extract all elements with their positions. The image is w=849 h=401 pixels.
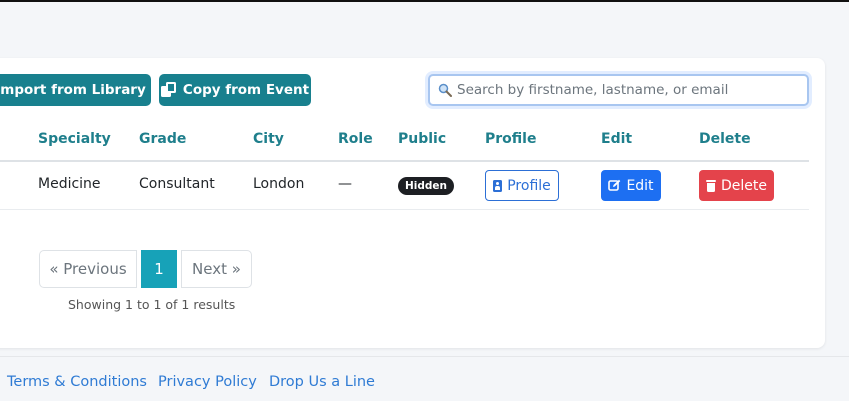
footer-link-privacy[interactable]: Privacy Policy xyxy=(158,374,257,390)
cell-grade: Consultant xyxy=(139,176,215,192)
footer-divider xyxy=(0,356,849,357)
delete-button[interactable]: Delete xyxy=(699,170,774,201)
id-badge-icon xyxy=(493,179,503,192)
copy-button-label: Copy from Event xyxy=(182,82,310,98)
previous-page-button[interactable]: « Previous xyxy=(39,250,137,288)
footer-link-contact[interactable]: Drop Us a Line xyxy=(269,374,375,390)
next-page-button[interactable]: Next » xyxy=(181,250,252,288)
header-specialty[interactable]: Specialty xyxy=(38,131,111,147)
cell-city: London xyxy=(253,176,305,192)
header-public[interactable]: Public xyxy=(398,131,446,147)
edit-button[interactable]: Edit xyxy=(601,170,661,201)
top-border xyxy=(0,0,849,2)
edit-icon xyxy=(608,179,621,192)
search-icon xyxy=(438,83,452,97)
page-1-button[interactable]: 1 xyxy=(141,250,177,288)
edit-button-label: Edit xyxy=(626,177,654,194)
copy-icon xyxy=(160,82,177,98)
cell-specialty: Medicine xyxy=(38,176,101,192)
header-grade[interactable]: Grade xyxy=(139,131,186,147)
header-delete: Delete xyxy=(699,131,751,147)
row-divider xyxy=(0,209,809,210)
header-role[interactable]: Role xyxy=(338,131,373,147)
import-from-library-button[interactable]: Import from Library xyxy=(0,74,151,106)
header-divider xyxy=(0,160,809,162)
public-status-badge: Hidden xyxy=(398,177,455,195)
results-summary: Showing 1 to 1 of 1 results xyxy=(68,297,236,312)
copy-from-event-button[interactable]: Copy from Event xyxy=(159,74,311,106)
footer-link-terms[interactable]: Terms & Conditions xyxy=(7,374,147,390)
import-button-label: Import from Library xyxy=(0,82,146,98)
profile-button-label: Profile xyxy=(507,177,551,194)
search-input[interactable] xyxy=(457,82,797,98)
header-profile: Profile xyxy=(485,131,537,147)
header-edit: Edit xyxy=(601,131,633,147)
cell-role: — xyxy=(338,176,352,192)
search-box xyxy=(428,74,809,106)
profile-button[interactable]: Profile xyxy=(485,170,559,201)
trash-icon xyxy=(706,179,716,192)
header-city[interactable]: City xyxy=(253,131,284,147)
delete-button-label: Delete xyxy=(721,177,767,194)
